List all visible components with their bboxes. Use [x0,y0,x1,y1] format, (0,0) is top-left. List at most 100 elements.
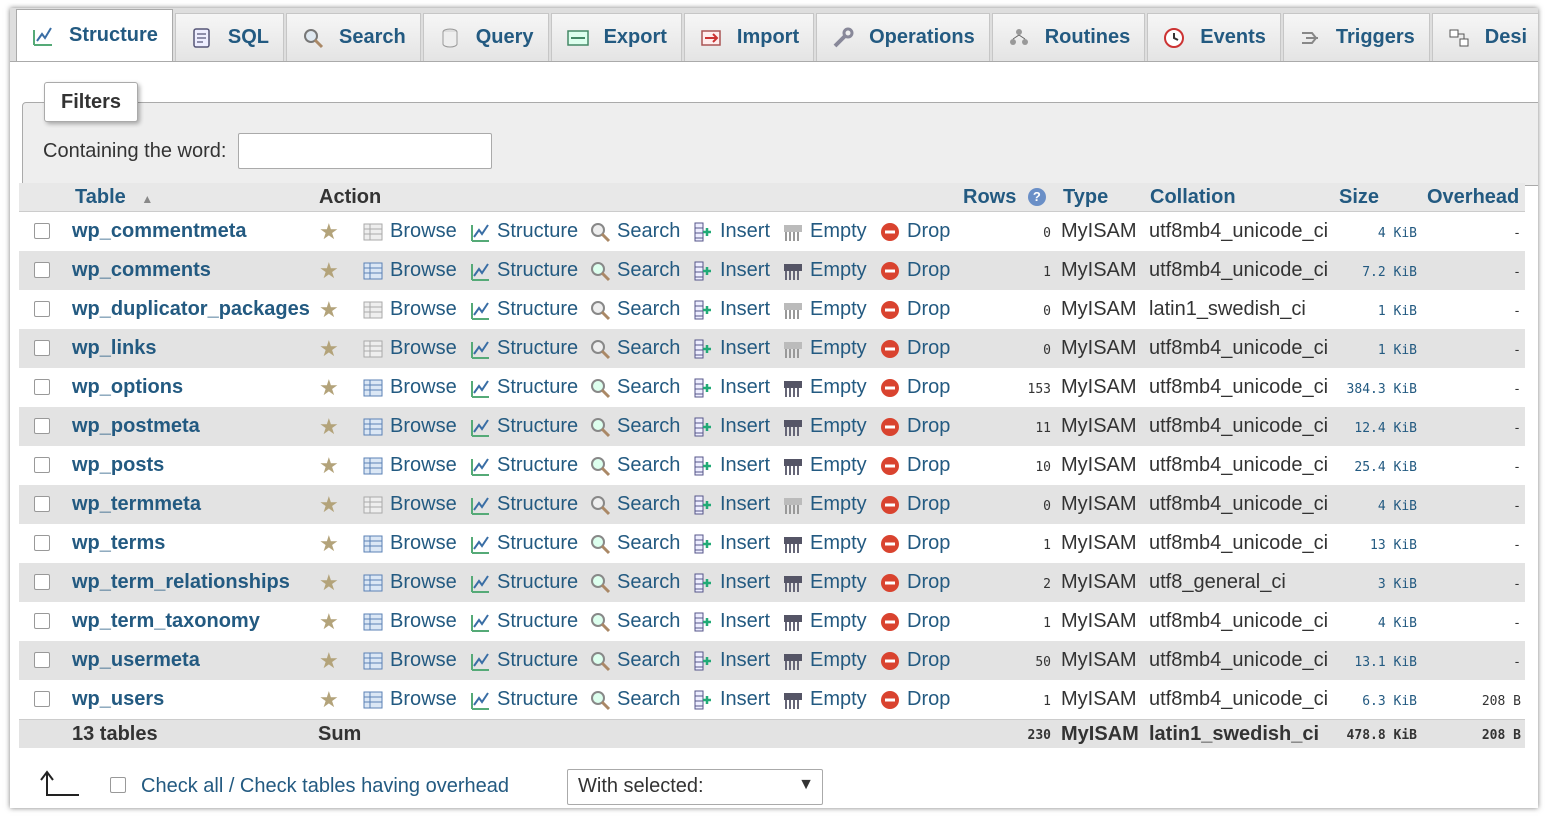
drop-action[interactable]: Drop [879,415,950,438]
empty-action[interactable]: Empty [782,571,867,594]
empty-action[interactable]: Empty [782,259,867,282]
insert-action[interactable]: Insert [692,532,770,555]
table-name-link[interactable]: wp_postmeta [72,415,200,438]
table-size-link[interactable]: 1 KiB [1334,304,1417,319]
row-checkbox[interactable] [34,301,50,317]
insert-action[interactable]: Insert [692,298,770,321]
table-size-link[interactable]: 12.4 KiB [1334,421,1417,436]
browse-action[interactable]: Browse [362,220,457,243]
tab-triggers[interactable]: Triggers [1282,13,1430,61]
insert-action[interactable]: Insert [692,493,770,516]
drop-action[interactable]: Drop [879,376,950,399]
table-size-link[interactable]: 25.4 KiB [1334,460,1417,475]
structure-action[interactable]: Structure [469,532,578,555]
favorite-star-icon[interactable]: ★ [319,492,339,518]
browse-action[interactable]: Browse [362,259,457,282]
row-checkbox[interactable] [34,457,50,473]
table-size-link[interactable]: 13 KiB [1334,538,1417,553]
table-name-link[interactable]: wp_posts [72,454,164,477]
table-name-link[interactable]: wp_usermeta [72,649,200,672]
browse-action[interactable]: Browse [362,376,457,399]
search-action[interactable]: Search [589,493,680,516]
structure-action[interactable]: Structure [469,220,578,243]
tab-desi[interactable]: Desi [1431,13,1538,61]
drop-action[interactable]: Drop [879,571,950,594]
table-size-link[interactable]: 4 KiB [1334,616,1417,631]
row-checkbox[interactable] [34,262,50,278]
empty-action[interactable]: Empty [782,493,867,516]
search-action[interactable]: Search [589,571,680,594]
structure-action[interactable]: Structure [469,454,578,477]
search-action[interactable]: Search [589,220,680,243]
table-size-link[interactable]: 4 KiB [1334,499,1417,514]
search-action[interactable]: Search [589,454,680,477]
tab-query[interactable]: Query [422,13,549,61]
browse-action[interactable]: Browse [362,493,457,516]
col-table[interactable]: Table ▲ [75,186,153,209]
table-size-link[interactable]: 384.3 KiB [1334,382,1417,397]
help-icon[interactable]: ? [1027,188,1046,206]
tab-structure[interactable]: Structure [16,9,173,61]
favorite-star-icon[interactable]: ★ [319,336,339,362]
table-name-link[interactable]: wp_duplicator_packages [72,298,310,321]
table-size-link[interactable]: 7.2 KiB [1334,265,1417,280]
structure-action[interactable]: Structure [469,259,578,282]
row-checkbox[interactable] [34,223,50,239]
tab-routines[interactable]: Routines [991,13,1146,61]
structure-action[interactable]: Structure [469,493,578,516]
search-action[interactable]: Search [589,337,680,360]
search-action[interactable]: Search [589,610,680,633]
col-size[interactable]: Size [1339,186,1379,209]
drop-action[interactable]: Drop [879,610,950,633]
table-name-link[interactable]: wp_options [72,376,183,399]
insert-action[interactable]: Insert [692,454,770,477]
check-all-link[interactable]: Check all / Check tables having overhead [141,775,509,798]
drop-action[interactable]: Drop [879,220,950,243]
table-name-link[interactable]: wp_term_relationships [72,571,290,594]
insert-action[interactable]: Insert [692,610,770,633]
favorite-star-icon[interactable]: ★ [319,453,339,479]
tab-operations[interactable]: Operations [816,13,990,61]
table-name-link[interactable]: wp_users [72,688,164,711]
row-checkbox[interactable] [34,691,50,707]
table-name-link[interactable]: wp_comments [72,259,211,282]
empty-action[interactable]: Empty [782,220,867,243]
insert-action[interactable]: Insert [692,337,770,360]
search-action[interactable]: Search [589,532,680,555]
insert-action[interactable]: Insert [692,571,770,594]
search-action[interactable]: Search [589,688,680,711]
insert-action[interactable]: Insert [692,259,770,282]
structure-action[interactable]: Structure [469,688,578,711]
row-checkbox[interactable] [34,340,50,356]
insert-action[interactable]: Insert [692,649,770,672]
col-rows[interactable]: Rows ? [963,186,1046,209]
drop-action[interactable]: Drop [879,298,950,321]
browse-action[interactable]: Browse [362,571,457,594]
structure-action[interactable]: Structure [469,610,578,633]
empty-action[interactable]: Empty [782,415,867,438]
favorite-star-icon[interactable]: ★ [319,648,339,674]
drop-action[interactable]: Drop [879,493,950,516]
table-size-link[interactable]: 3 KiB [1334,577,1417,592]
with-selected-select[interactable]: With selected: ▼ [567,769,823,805]
row-checkbox[interactable] [34,496,50,512]
search-action[interactable]: Search [589,298,680,321]
table-name-link[interactable]: wp_links [72,337,156,360]
row-checkbox[interactable] [34,574,50,590]
table-size-link[interactable]: 4 KiB [1334,226,1417,241]
tab-search[interactable]: Search [286,13,421,61]
col-collation[interactable]: Collation [1150,186,1236,209]
table-name-link[interactable]: wp_termmeta [72,493,201,516]
table-name-link[interactable]: wp_term_taxonomy [72,610,260,633]
table-size-link[interactable]: 13.1 KiB [1334,655,1417,670]
structure-action[interactable]: Structure [469,571,578,594]
browse-action[interactable]: Browse [362,610,457,633]
search-action[interactable]: Search [589,415,680,438]
table-name-link[interactable]: wp_commentmeta [72,220,247,243]
browse-action[interactable]: Browse [362,688,457,711]
structure-action[interactable]: Structure [469,376,578,399]
tab-sql[interactable]: SQL [174,13,285,61]
browse-action[interactable]: Browse [362,454,457,477]
favorite-star-icon[interactable]: ★ [319,375,339,401]
browse-action[interactable]: Browse [362,298,457,321]
